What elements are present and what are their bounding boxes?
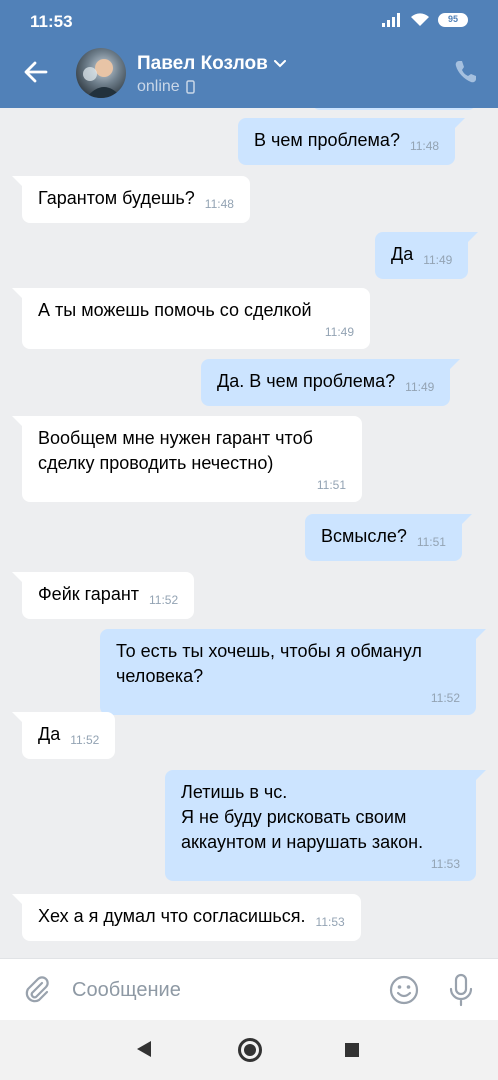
message-text: Фейк гарант (38, 584, 140, 604)
avatar[interactable] (76, 48, 126, 98)
message-time: 11:49 (405, 380, 435, 394)
chevron-down-icon (273, 60, 286, 68)
nav-back-icon[interactable] (136, 1040, 152, 1058)
message-time: 11:49 (423, 253, 453, 267)
system-navigation-bar (0, 1020, 498, 1080)
mobile-icon (185, 80, 195, 94)
microphone-icon[interactable] (446, 973, 476, 1007)
message-bubble[interactable]: А ты можешь помочь со сделкой 11:49 (12, 288, 370, 349)
message-input[interactable] (72, 973, 362, 1007)
message-time: 11:51 (416, 535, 446, 549)
message-text: Вообщем мне нужен гарант чтоб сделку про… (38, 428, 313, 473)
message-bubble[interactable]: Гарантом будешь? 11:48 (12, 176, 250, 223)
message-bubble[interactable]: В чем проблема? 11:48 (238, 118, 466, 165)
message-bubble[interactable]: Фейк гарант 11:52 (11, 572, 195, 619)
phone-icon[interactable] (452, 58, 480, 86)
message-text: Да (391, 244, 414, 264)
message-time: 11:52 (430, 691, 460, 705)
paperclip-icon[interactable] (22, 975, 52, 1005)
nav-recent-apps-icon[interactable] (345, 1043, 359, 1057)
peer-name[interactable]: Павел Козлов (137, 53, 286, 75)
message-text: Летишь в чс. Я не буду рисковать своим а… (181, 782, 424, 852)
chat-header: 11:53 95 Павел Козлов online (0, 0, 498, 108)
smile-icon[interactable] (388, 974, 420, 1006)
message-list[interactable]: В чем проблема? 11:48 Гарантом будешь? 11:… (0, 108, 498, 958)
message-bubble[interactable]: Хех а я думал что согласишься. 11:53 (12, 894, 361, 941)
status-bar: 11:53 95 (0, 0, 498, 44)
message-time: 11:52 (149, 593, 179, 607)
back-arrow-icon[interactable] (22, 58, 50, 86)
peer-status: online (137, 78, 195, 96)
message-bubble[interactable]: Да 11:49 (375, 232, 479, 279)
message-text: Да. В чем проблема? (217, 371, 396, 391)
message-text: Хех а я думал что согласишься. (38, 906, 306, 926)
signal-icon (382, 12, 400, 27)
message-time: 11:53 (430, 857, 460, 871)
message-time: 11:49 (324, 325, 354, 339)
message-composer (0, 958, 498, 1020)
message-time: 11:48 (409, 139, 440, 153)
peer-status-text: online (137, 78, 180, 95)
status-time: 11:53 (30, 12, 73, 31)
battery-indicator: 95 (438, 12, 468, 27)
message-bubble[interactable]: То есть ты хочешь, чтобы я обманул челов… (100, 629, 486, 715)
message-bubble[interactable]: Да 11:52 (11, 712, 116, 759)
message-text: Да (38, 724, 61, 744)
wifi-icon (411, 13, 429, 26)
message-text: А ты можешь помочь со сделкой (38, 300, 312, 320)
message-text: Всмысле? (321, 526, 407, 546)
message-bubble[interactable]: Летишь в чс. Я не буду рисковать своим а… (165, 770, 486, 881)
message-bubble[interactable]: Всмысле? 11:51 (305, 514, 472, 561)
status-icons: 95 (382, 12, 468, 27)
message-bubble[interactable]: Да. В чем проблема? 11:49 (201, 359, 461, 406)
nav-home-icon[interactable] (238, 1038, 262, 1062)
message-text: То есть ты хочешь, чтобы я обманул челов… (116, 641, 422, 686)
message-bubble-partial (312, 108, 476, 110)
message-text: В чем проблема? (254, 130, 400, 150)
message-bubble[interactable]: Вообщем мне нужен гарант чтоб сделку про… (12, 416, 362, 502)
peer-name-text: Павел Козлов (137, 53, 268, 74)
avatar-photo-icon (83, 59, 122, 98)
message-time: 11:53 (315, 915, 345, 929)
message-text: Гарантом будешь? (38, 188, 195, 208)
message-time: 11:48 (204, 197, 234, 211)
message-time: 11:52 (70, 733, 100, 747)
message-time: 11:51 (316, 478, 346, 492)
